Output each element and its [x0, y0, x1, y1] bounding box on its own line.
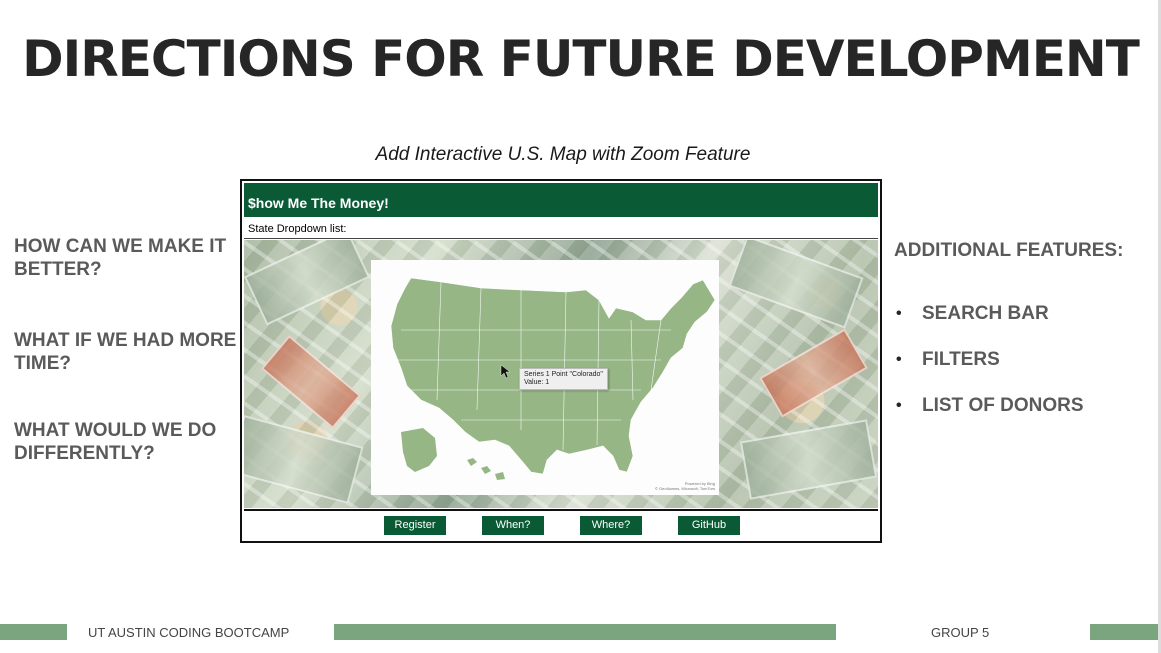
bullet-icon: • — [896, 397, 902, 414]
banknote-image — [260, 334, 362, 430]
footer-left-text: UT AUSTIN CODING BOOTCAMP — [88, 625, 290, 640]
state-dropdown-label[interactable]: State Dropdown list: — [244, 219, 878, 239]
hawaii-shape[interactable] — [467, 458, 505, 480]
bullet-icon: • — [896, 351, 902, 368]
footer-bar-segment — [1090, 624, 1158, 640]
slide-title: DIRECTIONS FOR FUTURE DEVELOPMENT — [22, 30, 1140, 88]
alaska-shape[interactable] — [401, 428, 437, 472]
app-nav-bar: Register When? Where? GitHub — [244, 509, 878, 541]
app-header: $how Me The Money! — [244, 183, 878, 217]
us-map-panel[interactable]: Series 1 Point "Colorado" Value: 1 Power… — [371, 260, 719, 495]
banknote-image — [739, 419, 878, 500]
map-credit: Powered by Bing © GeoNames, Microsoft, T… — [655, 481, 715, 491]
banknote-image — [728, 240, 864, 329]
question-more-time: WHAT IF WE HAD MORE TIME? — [14, 330, 237, 374]
feature-label: FILTERS — [922, 349, 1000, 370]
map-tooltip: Series 1 Point "Colorado" Value: 1 — [519, 368, 608, 390]
money-background-image: Series 1 Point "Colorado" Value: 1 Power… — [244, 240, 878, 508]
bullet-icon: • — [896, 305, 902, 322]
question-differently: WHAT WOULD WE DO DIFFERENTLY? — [14, 420, 217, 464]
feature-label: LIST OF DONORS — [922, 395, 1084, 416]
footer-bar-segment — [334, 624, 836, 640]
additional-features-heading: ADDITIONAL FEATURES: — [894, 240, 1124, 261]
tooltip-value: Value: 1 — [524, 379, 550, 386]
banknote-image — [244, 414, 364, 505]
feature-list: • SEARCH BAR • FILTERS • LIST OF DONORS — [894, 300, 1084, 438]
footer-bar-segment — [0, 624, 67, 640]
register-button[interactable]: Register — [384, 516, 446, 535]
feature-item: • FILTERS — [894, 346, 1084, 392]
feature-label: SEARCH BAR — [922, 303, 1049, 324]
github-button[interactable]: GitHub — [678, 516, 740, 535]
when-button[interactable]: When? — [482, 516, 544, 535]
tooltip-series: Series 1 Point "Colorado" — [524, 371, 603, 378]
feature-item: • LIST OF DONORS — [894, 392, 1084, 438]
app-screenshot: $how Me The Money! State Dropdown list: — [240, 179, 882, 543]
banknote-image — [759, 328, 868, 418]
footer-right-text: GROUP 5 — [931, 625, 990, 640]
feature-item: • SEARCH BAR — [894, 300, 1084, 346]
question-better: HOW CAN WE MAKE IT BETTER? — [14, 236, 227, 280]
where-button[interactable]: Where? — [580, 516, 642, 535]
slide-subtitle: Add Interactive U.S. Map with Zoom Featu… — [375, 144, 751, 165]
banknote-image — [244, 240, 371, 326]
credit-line: © GeoNames, Microsoft, TomTom — [655, 486, 715, 491]
